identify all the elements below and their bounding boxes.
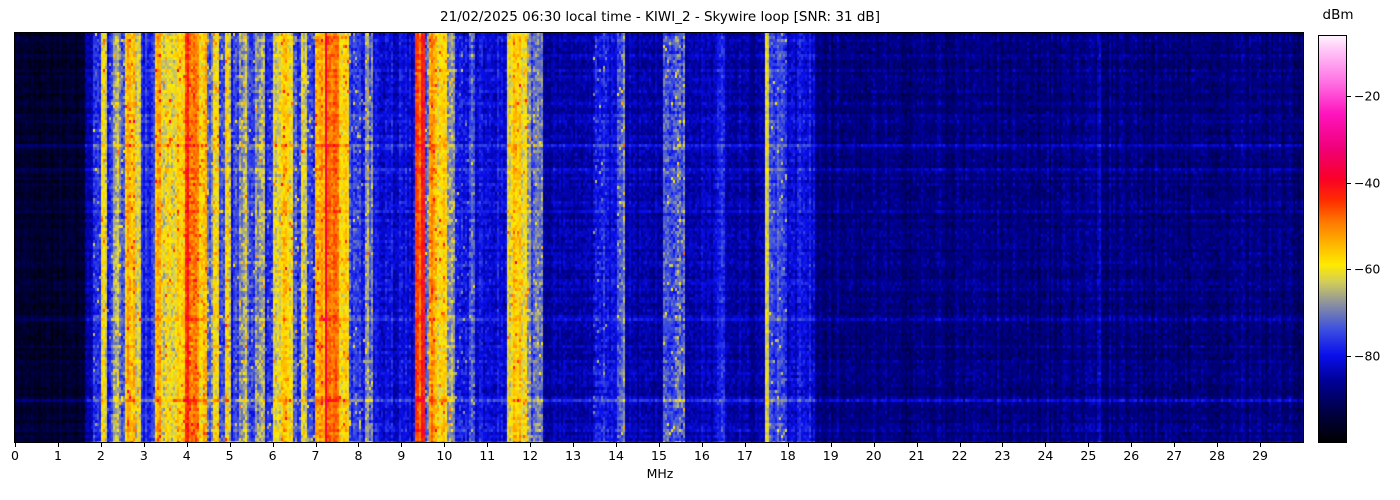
x-tick-label: 26 xyxy=(1123,448,1140,463)
x-tick-mark xyxy=(916,443,918,447)
x-tick-label: 21 xyxy=(908,448,925,463)
x-tick-mark xyxy=(186,443,188,447)
colorbar-unit-label: dBm xyxy=(1322,7,1354,23)
x-tick-label: 17 xyxy=(736,448,753,463)
colorbar-tick-mark xyxy=(1347,182,1351,184)
x-tick-label: 9 xyxy=(397,448,406,463)
x-tick-label: 18 xyxy=(779,448,796,463)
x-tick-mark xyxy=(143,443,145,447)
x-tick-mark xyxy=(830,443,832,447)
x-tick-label: 27 xyxy=(1166,448,1183,463)
x-tick-mark xyxy=(1131,443,1133,447)
spectrogram-figure: 21/02/2025 06:30 local time - KIWI_2 - S… xyxy=(0,0,1400,500)
x-tick-mark xyxy=(57,443,59,447)
x-tick-mark xyxy=(1002,443,1004,447)
x-tick-mark xyxy=(1174,443,1176,447)
x-tick-mark xyxy=(1260,443,1262,447)
colorbar-tick-mark xyxy=(1347,355,1351,357)
x-tick-mark xyxy=(873,443,875,447)
colorbar-tick-mark xyxy=(1347,269,1351,271)
x-tick-mark xyxy=(744,443,746,447)
x-tick-mark xyxy=(959,443,961,447)
x-tick-label: 10 xyxy=(436,448,453,463)
x-tick-label: 1 xyxy=(53,448,62,463)
x-tick-label: 12 xyxy=(522,448,539,463)
plot-frame xyxy=(14,32,1304,443)
x-tick-label: 29 xyxy=(1252,448,1269,463)
x-tick-label: 28 xyxy=(1209,448,1226,463)
colorbar-tick-label: −60 xyxy=(1354,261,1381,277)
x-tick-label: 3 xyxy=(139,448,148,463)
x-tick-label: 20 xyxy=(865,448,882,463)
x-tick-label: 6 xyxy=(268,448,277,463)
x-tick-mark xyxy=(573,443,575,447)
x-tick-label: 15 xyxy=(651,448,667,463)
x-tick-label: 7 xyxy=(311,448,320,463)
spectrogram-canvas xyxy=(15,33,1303,442)
x-tick-mark xyxy=(272,443,274,447)
x-tick-label: 11 xyxy=(479,448,496,463)
x-tick-mark xyxy=(787,443,789,447)
colorbar-tick-label: −20 xyxy=(1354,88,1381,104)
x-tick-label: 24 xyxy=(1037,448,1054,463)
colorbar-tick-mark xyxy=(1347,96,1351,98)
x-tick-mark xyxy=(1217,443,1219,447)
x-tick-mark xyxy=(1045,443,1047,447)
chart-title: 21/02/2025 06:30 local time - KIWI_2 - S… xyxy=(440,9,880,25)
x-tick-label: 23 xyxy=(994,448,1011,463)
x-tick-label: 19 xyxy=(822,448,839,463)
x-tick-mark xyxy=(1088,443,1090,447)
x-tick-mark xyxy=(659,443,660,447)
x-tick-mark xyxy=(701,443,703,447)
colorbar-tick-label: −80 xyxy=(1354,348,1381,364)
x-tick-label: 8 xyxy=(354,448,363,463)
x-tick-mark xyxy=(358,443,360,447)
colorbar-frame xyxy=(1318,35,1347,443)
x-tick-label: 0 xyxy=(11,448,19,463)
colorbar-canvas xyxy=(1319,36,1346,442)
x-tick-label: 5 xyxy=(225,448,234,463)
x-tick-label: 14 xyxy=(608,448,625,463)
x-tick-label: 13 xyxy=(565,448,582,463)
x-tick-mark xyxy=(315,443,317,447)
x-tick-label: 2 xyxy=(96,448,105,463)
x-tick-mark xyxy=(616,443,618,447)
x-tick-mark xyxy=(100,443,102,447)
x-tick-mark xyxy=(229,443,231,447)
x-tick-mark xyxy=(487,443,489,447)
x-tick-mark xyxy=(401,443,403,447)
x-tick-mark xyxy=(15,443,16,447)
x-axis-label: MHz xyxy=(646,466,674,481)
x-tick-label: 25 xyxy=(1080,448,1097,463)
x-tick-label: 4 xyxy=(182,448,191,463)
x-tick-mark xyxy=(530,443,532,447)
x-tick-mark xyxy=(444,443,446,447)
colorbar-tick-label: −40 xyxy=(1354,175,1381,191)
x-tick-label: 16 xyxy=(693,448,710,463)
x-tick-label: 22 xyxy=(951,448,968,463)
